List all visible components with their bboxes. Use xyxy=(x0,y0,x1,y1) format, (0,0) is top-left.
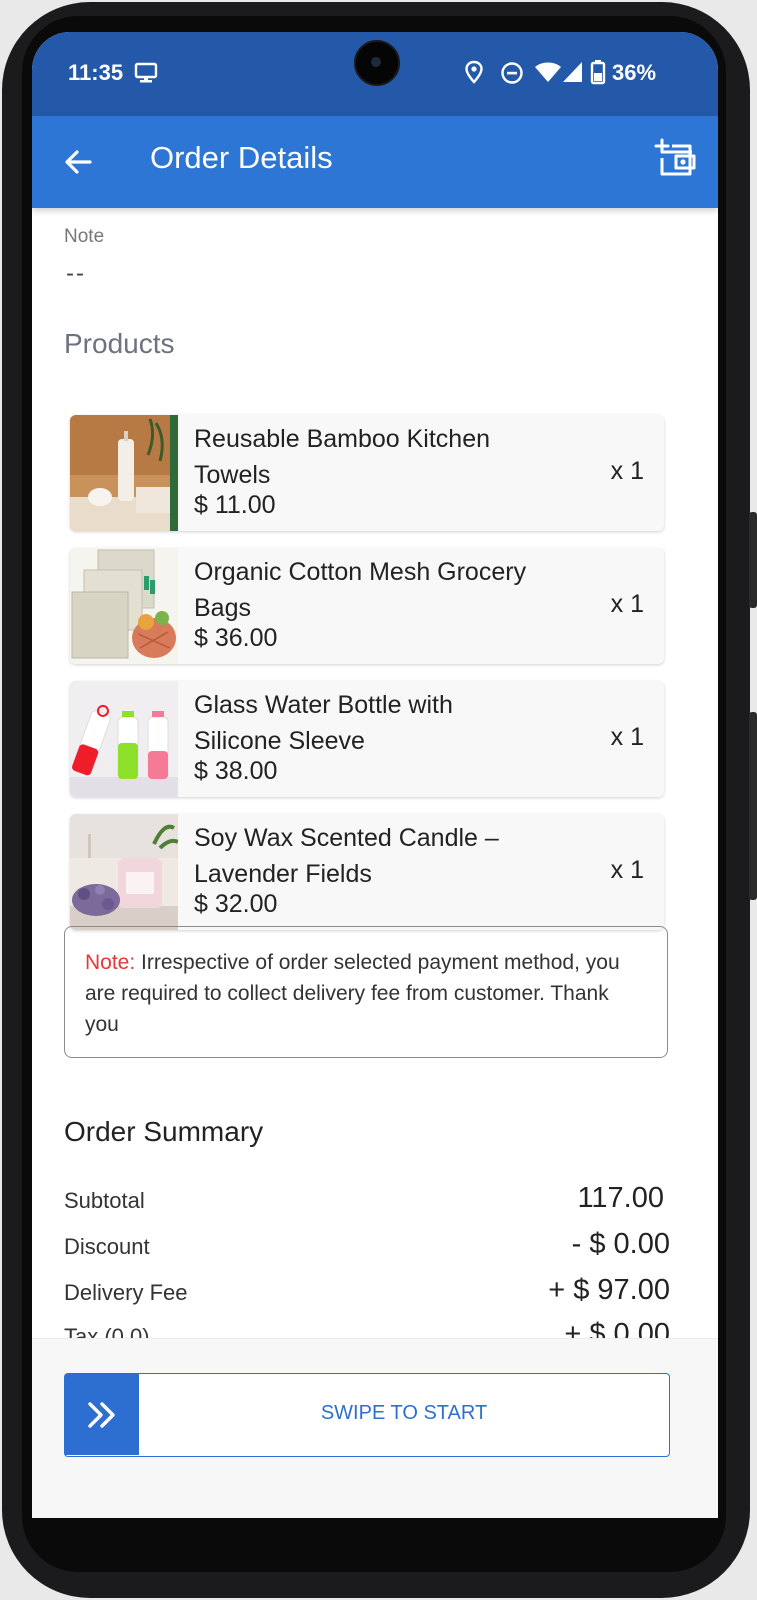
cell-signal-icon xyxy=(563,62,582,82)
product-quantity: x 1 xyxy=(610,856,644,884)
page-title: Order Details xyxy=(150,140,333,175)
add-to-wallet-icon[interactable] xyxy=(654,138,696,180)
volume-button xyxy=(749,512,757,608)
product-item[interactable]: Organic Cotton Mesh Grocery Bags $ 36.00… xyxy=(70,548,664,664)
status-bar: 11:35 36% xyxy=(32,32,718,116)
wifi-icon xyxy=(535,62,561,82)
front-camera xyxy=(354,40,400,86)
screen: 11:35 36% Order Details Note -- Products… xyxy=(32,32,718,1518)
summary-label: Discount xyxy=(64,1234,150,1259)
notice-text: Irrespective of order selected payment m… xyxy=(85,951,620,1036)
product-name: Organic Cotton Mesh Grocery Bags xyxy=(194,558,527,622)
summary-row-discount: Discount - $ 0.00 xyxy=(64,1228,670,1268)
product-quantity: x 1 xyxy=(610,590,644,618)
delivery-fee-notice: Note: Irrespective of order selected pay… xyxy=(64,926,668,1058)
product-item[interactable]: Reusable Bamboo Kitchen Towels $ 11.00 x… xyxy=(70,415,664,531)
notice-prefix: Note: xyxy=(85,951,136,974)
battery-percent: 36% xyxy=(612,60,657,85)
summary-value: 117.00 xyxy=(577,1182,664,1214)
product-item[interactable]: Glass Water Bottle with Silicone Sleeve … xyxy=(70,681,664,797)
note-label: Note xyxy=(64,226,105,247)
double-chevron-right-icon xyxy=(88,1402,115,1428)
product-name: Reusable Bamboo Kitchen Towels xyxy=(194,425,491,489)
swipe-to-start-slider[interactable]: SWIPE TO START xyxy=(64,1373,670,1457)
order-summary-heading: Order Summary xyxy=(64,1116,264,1147)
products-heading: Products xyxy=(64,328,175,359)
phone-frame: 11:35 36% Order Details Note -- Products… xyxy=(0,0,757,1600)
product-price: $ 36.00 xyxy=(194,624,278,652)
product-price: $ 32.00 xyxy=(194,890,278,918)
product-image-mesh-bags xyxy=(70,548,178,664)
battery-icon xyxy=(590,60,606,85)
product-item[interactable]: Soy Wax Scented Candle – Lavender Fields… xyxy=(70,814,664,930)
swipe-label: SWIPE TO START xyxy=(320,1402,488,1424)
do-not-disturb-icon xyxy=(501,62,523,84)
product-quantity: x 1 xyxy=(610,723,644,751)
app-bar: Order Details xyxy=(32,116,718,208)
status-time: 11:35 xyxy=(68,60,124,85)
summary-row-delivery-fee: Delivery Fee + $ 97.00 xyxy=(64,1274,670,1314)
product-image-water-bottles xyxy=(70,681,178,797)
product-price: $ 11.00 xyxy=(194,491,276,519)
product-image-candle xyxy=(70,814,178,930)
product-image-bamboo-towels xyxy=(70,415,178,531)
summary-value: - $ 0.00 xyxy=(571,1228,670,1260)
back-arrow-icon[interactable] xyxy=(62,146,94,178)
product-name: Glass Water Bottle with Silicone Sleeve xyxy=(194,691,453,755)
product-name: Soy Wax Scented Candle – Lavender Fields xyxy=(194,824,499,888)
product-quantity: x 1 xyxy=(610,457,644,485)
summary-value: + $ 97.00 xyxy=(548,1274,670,1306)
summary-row-subtotal: Subtotal 117.00 xyxy=(64,1182,670,1222)
summary-label: Delivery Fee xyxy=(64,1280,188,1305)
desktop-icon xyxy=(134,62,158,83)
bottom-action-bar: SWIPE TO START xyxy=(32,1338,718,1518)
note-value: -- xyxy=(66,260,86,287)
product-price: $ 38.00 xyxy=(194,757,278,785)
power-button xyxy=(749,712,757,900)
summary-label: Subtotal xyxy=(64,1188,145,1213)
swipe-handle[interactable] xyxy=(65,1374,139,1455)
location-icon xyxy=(465,60,483,84)
